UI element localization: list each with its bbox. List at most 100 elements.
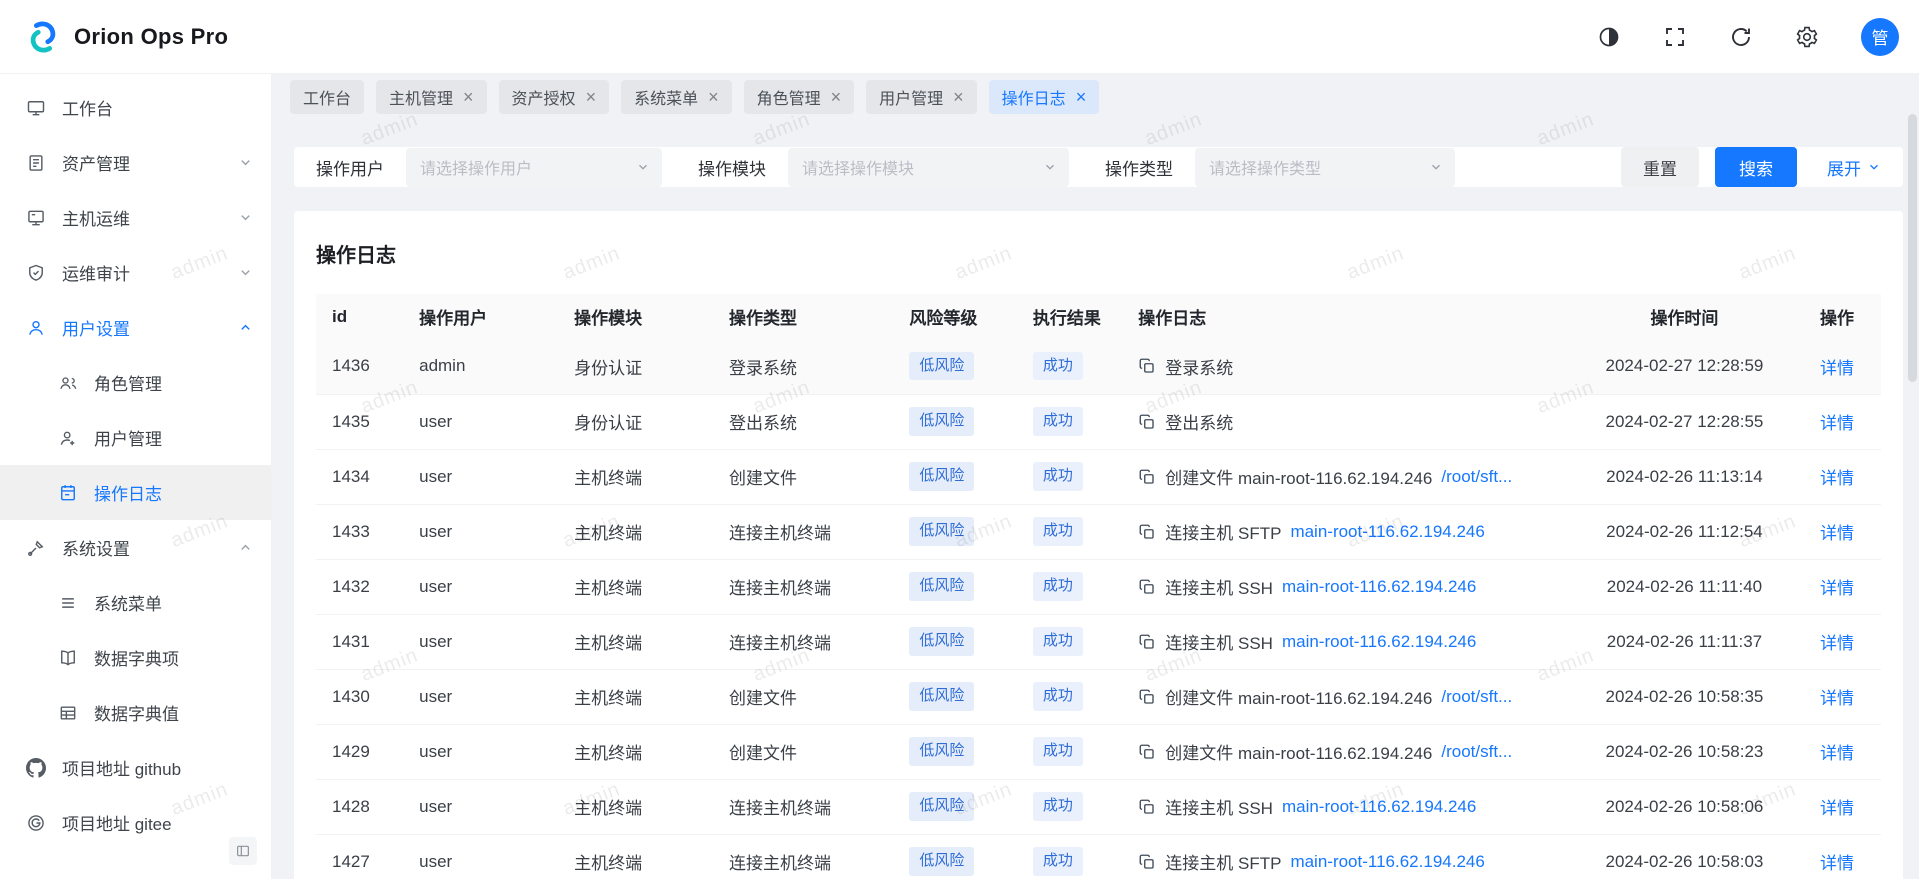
column-header[interactable]: 执行结果 [1017,294,1122,339]
detail-link[interactable]: 详情 [1820,799,1854,818]
filter-select-type[interactable]: 请选择操作类型 [1195,148,1455,187]
detail-link[interactable]: 详情 [1820,854,1854,873]
copy-icon[interactable] [1138,413,1156,431]
filter-group: 操作用户请选择操作用户 [316,148,662,187]
settings-icon[interactable] [1795,25,1819,49]
close-icon[interactable]: × [1076,88,1087,106]
tab[interactable]: 用户管理 × [866,80,977,114]
detail-link[interactable]: 详情 [1820,359,1854,378]
column-header[interactable]: 操作模块 [558,294,713,339]
filter-fields: 操作用户请选择操作用户 操作模块请选择操作模块操作类型请选择操作类型 [316,148,1491,187]
sidebar-item[interactable]: 资产管理 [0,135,271,190]
tab[interactable]: 工作台 [290,80,364,114]
table-row[interactable]: 1435user身份认证登出系统低风险成功登出系统2024-02-27 12:2… [316,394,1881,449]
cell-time: 2024-02-26 10:58:23 [1565,724,1804,779]
detail-link[interactable]: 详情 [1820,469,1854,488]
copy-icon[interactable] [1138,357,1156,375]
sidebar-item[interactable]: 数据字典值 [0,685,271,740]
filter-select-module[interactable]: 请选择操作模块 [788,148,1069,187]
column-header[interactable]: 操作时间 [1565,294,1804,339]
sidebar-item[interactable]: 系统设置 [0,520,271,575]
cell-id: 1429 [316,724,403,779]
expand-toggle[interactable]: 展开 [1827,155,1881,180]
table-row[interactable]: 1430user主机终端创建文件低风险成功创建文件 main-root-116.… [316,669,1881,724]
copy-icon[interactable] [1138,743,1156,761]
close-icon[interactable]: × [953,88,964,106]
copy-icon[interactable] [1138,633,1156,651]
reset-button[interactable]: 重置 [1621,147,1699,187]
table-row[interactable]: 1436admin身份认证登录系统低风险成功登录系统2024-02-27 12:… [316,339,1881,394]
cell-action: 详情 [1804,559,1881,614]
sidebar-item[interactable]: 系统菜单 [0,575,271,630]
assets-icon [26,153,46,173]
cell-result: 成功 [1017,504,1122,559]
log-target-link[interactable]: /root/sft... [1441,742,1512,762]
tab[interactable]: 操作日志× [989,80,1100,114]
log-target-link[interactable]: main-root-116.62.194.246 [1282,797,1476,817]
copy-icon[interactable] [1138,798,1156,816]
table-row[interactable]: 1433user主机终端连接主机终端低风险成功连接主机 SFTPmain-roo… [316,504,1881,559]
tab[interactable]: 资产授权× [499,80,610,114]
detail-link[interactable]: 详情 [1820,634,1854,653]
copy-icon[interactable] [1138,523,1156,541]
filter-group: 操作类型请选择操作类型 [1105,148,1455,187]
fullscreen-icon[interactable] [1663,25,1687,49]
sidebar-item[interactable]: 主机运维 [0,190,271,245]
log-target-link[interactable]: main-root-116.62.194.246 [1290,852,1484,872]
sidebar-item[interactable]: 角色管理 [0,355,271,410]
tab[interactable]: 角色管理× [744,80,855,114]
cell-result: 成功 [1017,834,1122,879]
user-avatar[interactable]: 管 [1861,18,1899,56]
copy-icon[interactable] [1138,578,1156,596]
search-button[interactable]: 搜索 [1715,147,1797,187]
column-header[interactable]: 操作日志 [1122,294,1565,339]
tab[interactable]: 系统菜单× [621,80,732,114]
filter-label: 操作模块 [698,155,766,180]
log-target-link[interactable]: main-root-116.62.194.246 [1290,522,1484,542]
log-target-link[interactable]: /root/sft... [1441,467,1512,487]
log-target-link[interactable]: /root/sft... [1441,687,1512,707]
refresh-icon[interactable] [1729,25,1753,49]
copy-icon[interactable] [1138,468,1156,486]
sidebar-item-label: 主机运维 [62,205,222,230]
close-icon[interactable]: × [586,88,597,106]
table-row[interactable]: 1428user主机终端连接主机终端低风险成功连接主机 SSHmain-root… [316,779,1881,834]
sidebar-item[interactable]: 项目地址 github [0,740,271,795]
detail-link[interactable]: 详情 [1820,414,1854,433]
column-header[interactable]: id [316,294,403,339]
filter-select-user[interactable]: 请选择操作用户 [406,148,662,187]
sidebar-item[interactable]: 运维审计 [0,245,271,300]
table-row[interactable]: 1431user主机终端连接主机终端低风险成功连接主机 SSHmain-root… [316,614,1881,669]
column-header[interactable]: 风险等级 [893,294,1017,339]
table-row[interactable]: 1429user主机终端创建文件低风险成功创建文件 main-root-116.… [316,724,1881,779]
sidebar-item[interactable]: 用户管理 [0,410,271,465]
tab-label: 用户管理 [879,85,943,109]
column-header[interactable]: 操作 [1804,294,1881,339]
detail-link[interactable]: 详情 [1820,689,1854,708]
log-target-link[interactable]: main-root-116.62.194.246 [1282,577,1476,597]
detail-link[interactable]: 详情 [1820,524,1854,543]
sidebar-item[interactable]: 操作日志 [0,465,271,520]
log-icon [58,483,78,503]
sidebar-item[interactable]: 用户设置 [0,300,271,355]
scrollbar[interactable] [1908,76,1917,877]
copy-icon[interactable] [1138,853,1156,871]
scrollbar-thumb[interactable] [1908,114,1917,382]
column-header[interactable]: 操作类型 [713,294,893,339]
table-row[interactable]: 1434user主机终端创建文件低风险成功创建文件 main-root-116.… [316,449,1881,504]
column-header[interactable]: 操作用户 [403,294,558,339]
close-icon[interactable]: × [708,88,719,106]
theme-toggle-icon[interactable] [1597,25,1621,49]
table-row[interactable]: 1432user主机终端连接主机终端低风险成功连接主机 SSHmain-root… [316,559,1881,614]
close-icon[interactable]: × [463,88,474,106]
log-target-link[interactable]: main-root-116.62.194.246 [1282,632,1476,652]
sidebar-item[interactable]: 数据字典项 [0,630,271,685]
copy-icon[interactable] [1138,688,1156,706]
sidebar-item[interactable]: 工作台 [0,80,271,135]
detail-link[interactable]: 详情 [1820,744,1854,763]
detail-link[interactable]: 详情 [1820,579,1854,598]
tab[interactable]: 主机管理× [376,80,487,114]
close-icon[interactable]: × [831,88,842,106]
table-row[interactable]: 1427user主机终端连接主机终端低风险成功连接主机 SFTPmain-roo… [316,834,1881,879]
sidebar-collapse-button[interactable] [229,837,257,865]
